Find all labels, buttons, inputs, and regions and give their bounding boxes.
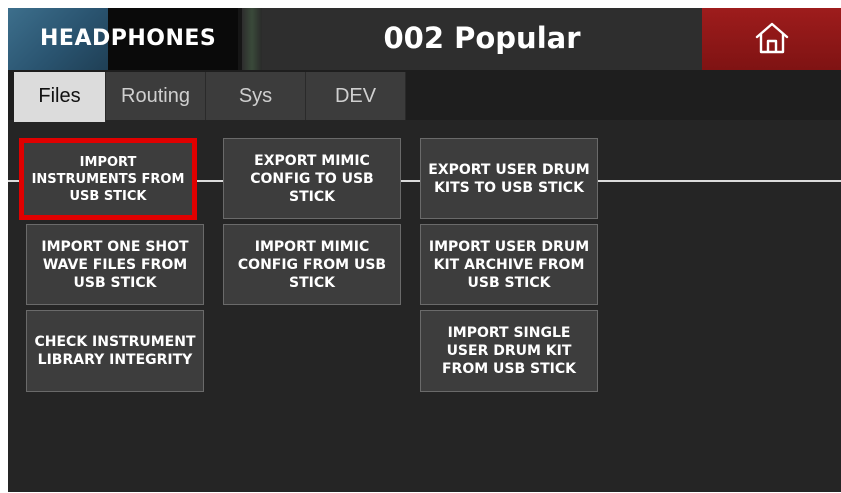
import-instruments-button[interactable]: IMPORT INSTRUMENTS FROM USB STICK (19, 138, 197, 220)
home-button[interactable] (702, 8, 841, 70)
tab-dev[interactable]: DEV (306, 72, 406, 120)
header: HEADPHONES 002 Popular (8, 8, 841, 70)
logo: HEADPHONES (8, 8, 238, 70)
home-icon (755, 22, 789, 54)
import-single-kit-button[interactable]: IMPORT SINGLE USER DRUM KIT FROM USB STI… (420, 310, 598, 392)
title-bar: 002 Popular (262, 8, 702, 70)
export-drum-kits-button[interactable]: EXPORT USER DRUM KITS TO USB STICK (420, 138, 598, 219)
tab-routing[interactable]: Routing (106, 72, 206, 120)
logo-text: HEADPHONES (40, 26, 217, 51)
header-accent (242, 8, 262, 70)
import-drum-archive-button[interactable]: IMPORT USER DRUM KIT ARCHIVE FROM USB ST… (420, 224, 598, 305)
tab-bar: Files Routing Sys DEV (8, 70, 841, 182)
check-library-button[interactable]: CHECK INSTRUMENT LIBRARY INTEGRITY (26, 310, 204, 392)
tab-files[interactable]: Files (14, 72, 106, 122)
import-mimic-button[interactable]: IMPORT MIMIC CONFIG FROM USB STICK (223, 224, 401, 305)
import-one-shot-button[interactable]: IMPORT ONE SHOT WAVE FILES FROM USB STIC… (26, 224, 204, 305)
screen: HEADPHONES 002 Popular Files Routing Sys… (8, 8, 841, 492)
tab-sys[interactable]: Sys (206, 72, 306, 120)
page-title: 002 Popular (383, 21, 581, 55)
export-mimic-button[interactable]: EXPORT MIMIC CONFIG TO USB STICK (223, 138, 401, 219)
